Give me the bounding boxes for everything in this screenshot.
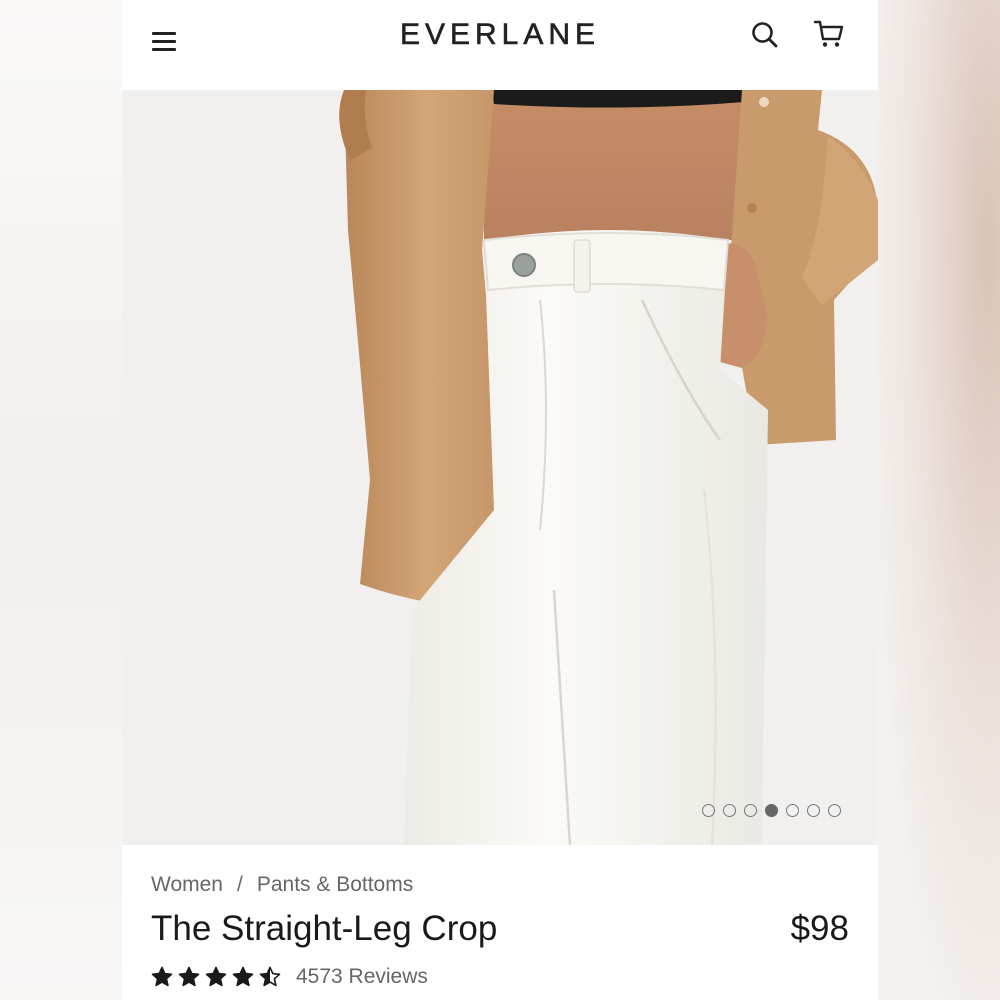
star-icon [232,966,254,987]
carousel-dot-7[interactable] [828,804,841,817]
carousel-dot-4[interactable] [765,804,778,817]
carousel-dot-6[interactable] [807,804,820,817]
phone-screen: EVERLANE Women / Pants & Bottoms The Str… [122,0,878,1000]
product-rating[interactable]: 4573 Reviews [151,965,428,989]
carousel-dot-5[interactable] [786,804,799,817]
breadcrumb-separator: / [236,873,243,896]
rating-stars [151,966,281,988]
background-left [0,0,122,1000]
carousel-dot-3[interactable] [744,804,757,817]
breadcrumb: Women / Pants & Bottoms [151,873,413,897]
star-icon [151,966,173,987]
product-title: The Straight-Leg Crop [151,909,498,948]
reviews-link[interactable]: 4573 Reviews [296,965,428,989]
breadcrumb-pants-bottoms[interactable]: Pants & Bottoms [257,873,413,896]
star-icon [205,966,227,987]
search-icon[interactable] [750,20,780,50]
product-info: Women / Pants & Bottoms The Straight-Leg C… [122,845,878,1000]
background-right [878,0,1000,1000]
carousel-dot-2[interactable] [723,804,736,817]
carousel-dot-1[interactable] [702,804,715,817]
star-icon [259,966,281,987]
top-nav-bar: EVERLANE [122,0,878,90]
carousel-dots [702,804,841,820]
star-icon [178,966,200,987]
product-price: $98 [790,909,849,948]
product-photo [122,90,878,845]
breadcrumb-women[interactable]: Women [151,873,223,896]
shopping-cart-icon[interactable] [812,18,846,50]
product-image-carousel[interactable] [122,90,878,845]
